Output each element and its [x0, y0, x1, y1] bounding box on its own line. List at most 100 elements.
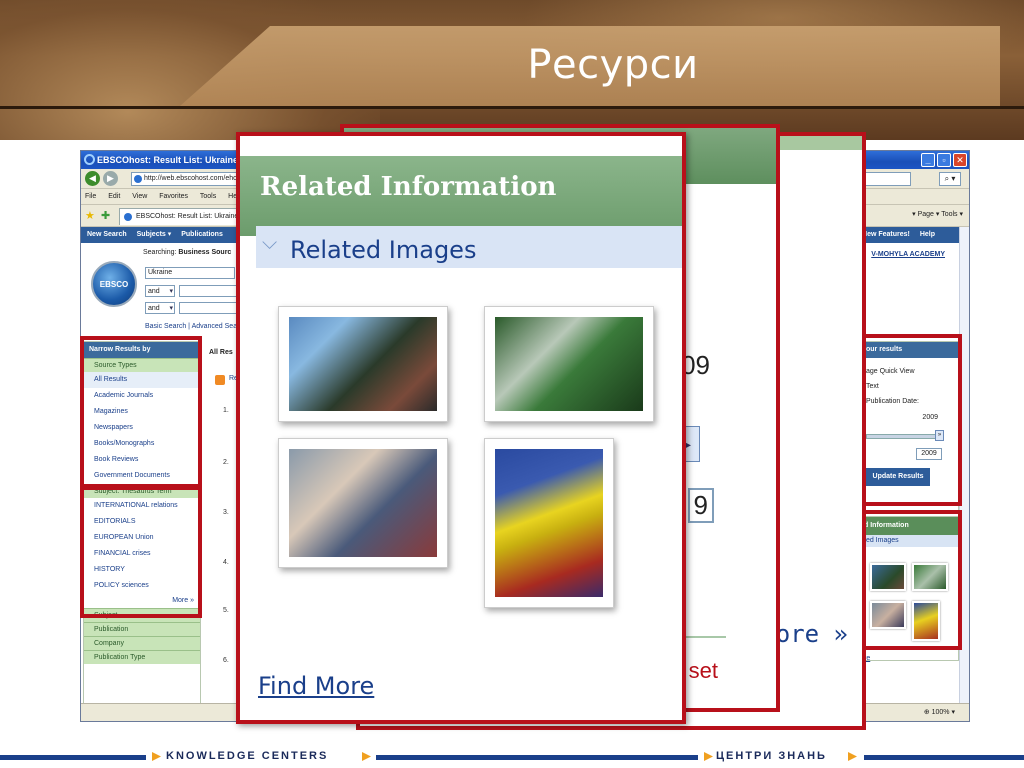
result-number: 6.	[223, 657, 229, 664]
thesaurus-item[interactable]: INTERNATIONAL relations	[84, 498, 200, 514]
search-input-2[interactable]	[179, 285, 237, 297]
page-tools-menu[interactable]: ▾ Page ▾ Tools ▾	[912, 210, 963, 218]
zoom-reset-link[interactable]: set	[689, 658, 718, 684]
facet-item[interactable]: Newspapers	[84, 420, 200, 436]
footer-marker-icon	[848, 752, 857, 761]
search-input[interactable]: Ukraine	[145, 267, 235, 279]
menu-favorites[interactable]: Favorites	[159, 193, 188, 200]
header-divider	[0, 106, 1024, 109]
searching-label: Searching: Business Sourc	[143, 249, 231, 256]
ie-icon	[84, 154, 95, 165]
football-player-photo	[495, 449, 603, 597]
forward-button[interactable]: ▶	[103, 171, 118, 186]
close-button[interactable]: ✕	[953, 153, 967, 167]
date-slider[interactable]	[866, 434, 942, 439]
tab-current[interactable]: EBSCOhost: Result List: Ukraine	[119, 208, 248, 225]
find-more-link[interactable]: Find More	[258, 672, 374, 700]
footer-marker-icon	[362, 752, 371, 761]
nav-new-search[interactable]: New Search	[87, 231, 127, 238]
nav-help[interactable]: Help	[920, 231, 935, 238]
rss-icon[interactable]	[215, 375, 225, 385]
facet-item[interactable]: Academic Journals	[84, 388, 200, 404]
search-mode-links[interactable]: Basic Search | Advanced Sea	[145, 323, 237, 330]
related-image-2[interactable]	[484, 306, 654, 422]
add-favorites-icon[interactable]: ✚	[101, 209, 110, 222]
minimize-button[interactable]: _	[921, 153, 935, 167]
facet-item[interactable]: Government Documents	[84, 468, 200, 484]
slide-header-background: Ресурси	[0, 0, 1024, 140]
handshake-photo	[495, 317, 643, 411]
thesaurus-item[interactable]: POLICY sciences	[84, 578, 200, 594]
menu-view[interactable]: View	[132, 193, 147, 200]
crowd-flag-photo	[289, 317, 437, 411]
search-icon[interactable]: ⌕ ▾	[939, 172, 961, 186]
slide-title: Ресурси	[527, 42, 699, 88]
result-number: 1.	[223, 407, 229, 414]
thesaurus-item[interactable]: HISTORY	[84, 562, 200, 578]
zoom-level[interactable]: ⊕ 100% ▾	[924, 704, 955, 721]
footer-bar-right	[864, 755, 1024, 760]
zoom-more-link[interactable]: ore »	[776, 620, 848, 648]
thesaurus-item[interactable]: EUROPEAN Union	[84, 530, 200, 546]
slider-handle[interactable]: »	[935, 430, 944, 441]
footer-bar-left	[0, 755, 146, 760]
thesaurus-item[interactable]: EDITORIALS	[84, 514, 200, 530]
searching-prefix: Searching:	[143, 249, 177, 256]
institution-name[interactable]: V-MOHYLA ACADEMY	[871, 251, 945, 258]
related-image-4[interactable]	[484, 438, 614, 608]
nav-subjects[interactable]: Subjects ▾	[137, 231, 172, 238]
facet-publication[interactable]: Publication	[84, 622, 200, 636]
publication-year: 2009	[922, 414, 938, 421]
searching-database[interactable]: Business Sourc	[178, 249, 231, 256]
search-input-3[interactable]	[179, 302, 237, 314]
facet-item[interactable]: All Results	[84, 372, 200, 388]
year-input[interactable]: 2009	[916, 448, 942, 460]
footer-marker-icon	[152, 752, 161, 761]
thumbnail-image[interactable]	[870, 601, 906, 629]
facet-publication-type[interactable]: Publication Type	[84, 650, 200, 664]
thumbnail-image[interactable]	[912, 563, 948, 591]
footer-right-text: ЦЕНТРИ ЗНАНЬ	[716, 750, 827, 762]
related-image-3[interactable]	[278, 438, 448, 568]
logo-text: EBSCO	[99, 280, 129, 289]
menu-edit[interactable]: Edit	[108, 193, 120, 200]
street-crowd-photo	[289, 449, 437, 557]
nav-new-features[interactable]: New Features!	[862, 231, 910, 238]
thumbnail-image[interactable]	[870, 563, 906, 591]
result-number: 5.	[223, 607, 229, 614]
maximize-button[interactable]: ▫	[937, 153, 951, 167]
related-image-1[interactable]	[278, 306, 448, 422]
facet-subject[interactable]: Subject	[84, 608, 200, 622]
footer-bar-middle	[376, 755, 698, 760]
menu-file[interactable]: File	[85, 193, 96, 200]
nav-publications[interactable]: Publications	[181, 231, 223, 238]
tab-label: EBSCOhost: Result List: Ukraine	[136, 213, 239, 220]
more-link[interactable]: More »	[84, 594, 200, 608]
zoom-year-input[interactable]: 9	[687, 488, 714, 523]
slide-footer: KNOWLEDGE CENTERS ЦЕНТРИ ЗНАНЬ	[0, 746, 1024, 768]
facet-item[interactable]: Magazines	[84, 404, 200, 420]
chevron-down-icon[interactable]: ⌵	[262, 232, 277, 255]
ebsco-logo: EBSCO	[91, 261, 137, 307]
zoom-value: 100%	[931, 709, 950, 716]
narrow-results-panel: Narrow Results by Source Types All Resul…	[83, 341, 201, 721]
facet-source-types[interactable]: Source Types	[84, 358, 200, 372]
facet-thesaurus[interactable]: Subject: Thesaurus Term	[84, 484, 200, 498]
boolean-value-2: and	[148, 305, 160, 312]
thesaurus-item[interactable]: FINANCIAL crises	[84, 546, 200, 562]
menu-tools[interactable]: Tools	[200, 193, 216, 200]
facet-item[interactable]: Book Reviews	[84, 452, 200, 468]
boolean-select-1[interactable]: and	[145, 285, 175, 297]
back-button[interactable]: ◀	[85, 171, 100, 186]
favorites-star-icon[interactable]: ★	[85, 209, 95, 222]
related-images-title[interactable]: Related Images	[290, 236, 476, 264]
related-info-title: Related Information	[260, 172, 557, 202]
boolean-select-2[interactable]: and	[145, 302, 175, 314]
footer-left-text: KNOWLEDGE CENTERS	[166, 750, 329, 762]
result-number: 2.	[223, 459, 229, 466]
update-results-button[interactable]: Update Results	[866, 468, 930, 486]
facet-company[interactable]: Company	[84, 636, 200, 650]
facet-item[interactable]: Books/Monographs	[84, 436, 200, 452]
thumbnail-image[interactable]	[912, 601, 940, 641]
scrollbar[interactable]	[959, 227, 969, 705]
